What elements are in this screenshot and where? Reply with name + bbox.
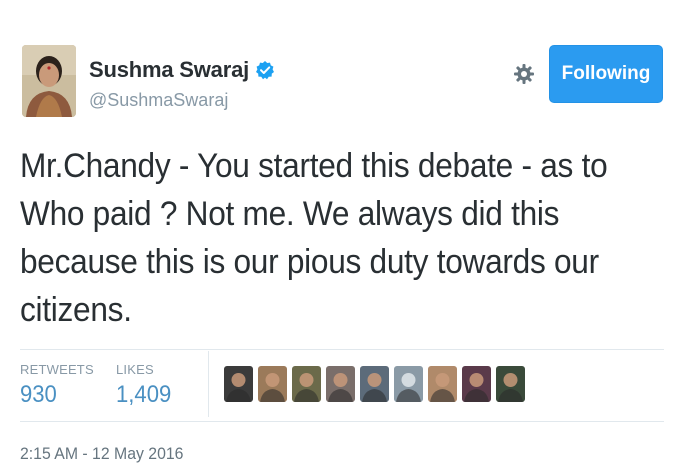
- profile-avatar[interactable]: [22, 45, 76, 117]
- likes-label: LIKES: [116, 362, 154, 377]
- liker-avatar-4[interactable]: [326, 366, 355, 402]
- liker-avatar-3[interactable]: [292, 366, 321, 402]
- stats-top-divider: [20, 349, 664, 350]
- liker-avatar-2[interactable]: [258, 366, 287, 402]
- retweets-label: RETWEETS: [20, 362, 94, 377]
- likes-stat[interactable]: LIKES 1,409: [116, 362, 176, 409]
- tweet-timestamp[interactable]: 2:15 AM - 12 May 2016: [20, 444, 183, 464]
- display-name[interactable]: Sushma Swaraj: [89, 57, 249, 83]
- liker-avatar-1[interactable]: [224, 366, 253, 402]
- tweet-card: Sushma Swaraj @SushmaSwaraj Following Mr…: [0, 0, 700, 468]
- liker-avatars: [224, 366, 525, 402]
- liker-avatar-7[interactable]: [428, 366, 457, 402]
- liker-avatar-8[interactable]: [462, 366, 491, 402]
- name-row: Sushma Swaraj: [89, 57, 275, 83]
- gear-icon[interactable]: [513, 63, 535, 85]
- liker-avatar-6[interactable]: [394, 366, 423, 402]
- verified-badge-icon: [255, 60, 275, 80]
- retweets-stat[interactable]: RETWEETS 930: [20, 362, 94, 409]
- stats-bottom-divider: [20, 421, 664, 422]
- liker-avatar-9[interactable]: [496, 366, 525, 402]
- tweet-text: Mr.Chandy - You started this debate - as…: [20, 147, 608, 329]
- stats-separator: [208, 351, 209, 417]
- likes-count: 1,409: [116, 381, 172, 408]
- profile-photo-icon: [22, 45, 76, 117]
- user-handle[interactable]: @SushmaSwaraj: [89, 90, 228, 111]
- retweets-count: 930: [20, 381, 57, 408]
- following-button[interactable]: Following: [549, 45, 663, 103]
- liker-avatar-5[interactable]: [360, 366, 389, 402]
